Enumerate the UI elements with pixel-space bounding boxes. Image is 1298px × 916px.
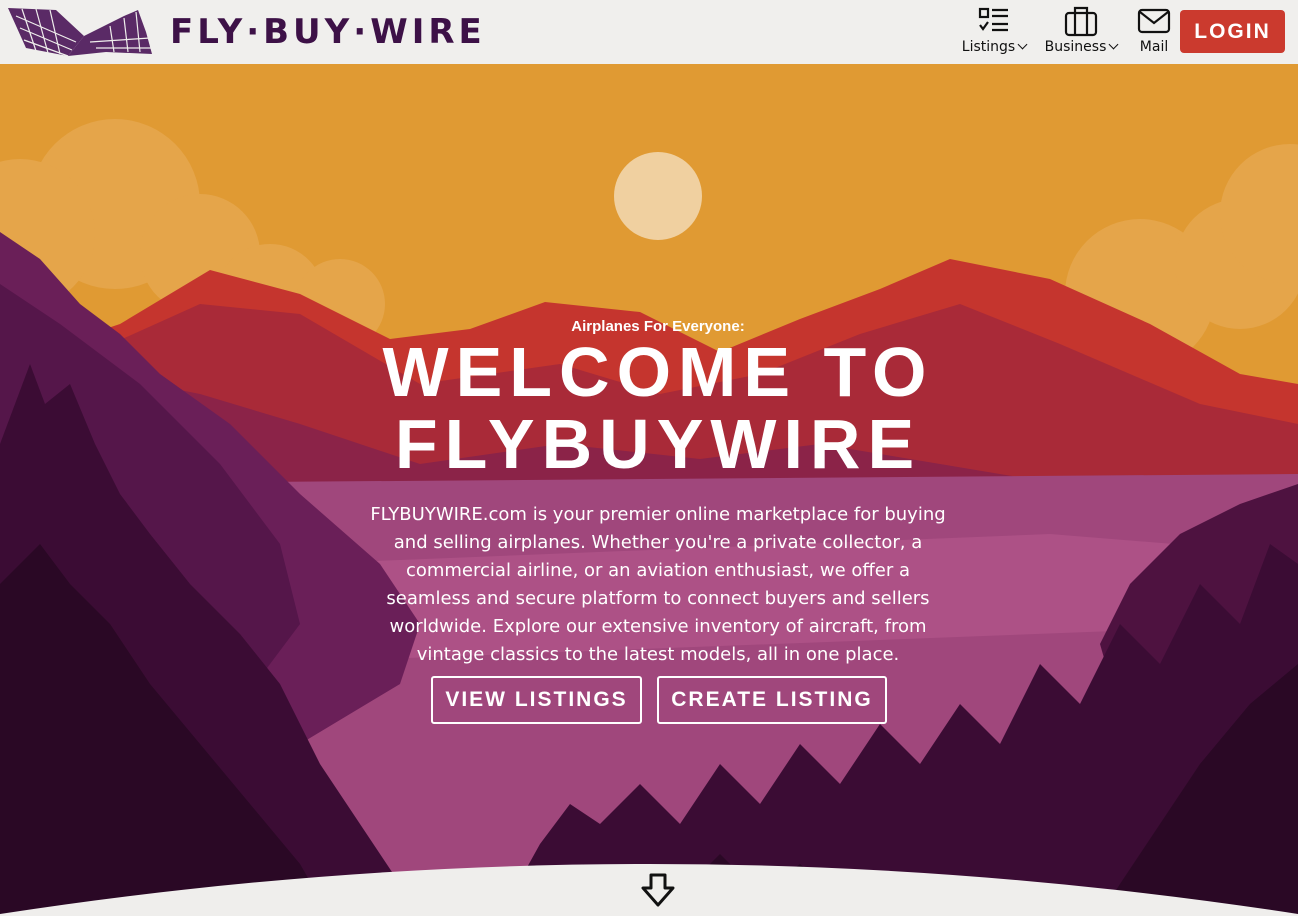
create-listing-button[interactable]: CREATE LISTING: [657, 676, 887, 724]
hero-description: FLYBUYWIRE.com is your premier online ma…: [370, 504, 946, 665]
nav-mail[interactable]: Mail: [1132, 4, 1176, 62]
logo-icon[interactable]: [6, 6, 154, 58]
hero-title-line-2: FLYBUYWIRE: [394, 405, 922, 483]
briefcase-icon: [1064, 6, 1098, 37]
mail-icon: [1137, 8, 1171, 34]
hero-title: WELCOME TO FLYBUYWIRE: [0, 336, 1298, 480]
login-button[interactable]: LOGIN: [1180, 10, 1285, 53]
site-header: FLY·BUY·WIRE Listings Business Mail LOGI…: [0, 0, 1298, 64]
brand-name[interactable]: FLY·BUY·WIRE: [170, 12, 486, 52]
chevron-down-icon: [1017, 39, 1028, 50]
arrow-down-icon[interactable]: [640, 872, 676, 908]
nav-listings-label: Listings: [961, 39, 1016, 55]
view-listings-button[interactable]: VIEW LISTINGS: [431, 676, 642, 724]
hero-section: Airplanes For Everyone: WELCOME TO FLYBU…: [0, 64, 1298, 916]
nav-business[interactable]: Business: [1040, 4, 1122, 62]
nav-listings[interactable]: Listings: [958, 4, 1030, 62]
nav-business-label: Business: [1044, 39, 1107, 55]
hero-title-line-1: WELCOME TO: [382, 333, 934, 411]
chevron-down-icon: [1108, 39, 1119, 50]
list-checklist-icon: [978, 7, 1008, 32]
nav-mail-label: Mail: [1139, 39, 1169, 55]
